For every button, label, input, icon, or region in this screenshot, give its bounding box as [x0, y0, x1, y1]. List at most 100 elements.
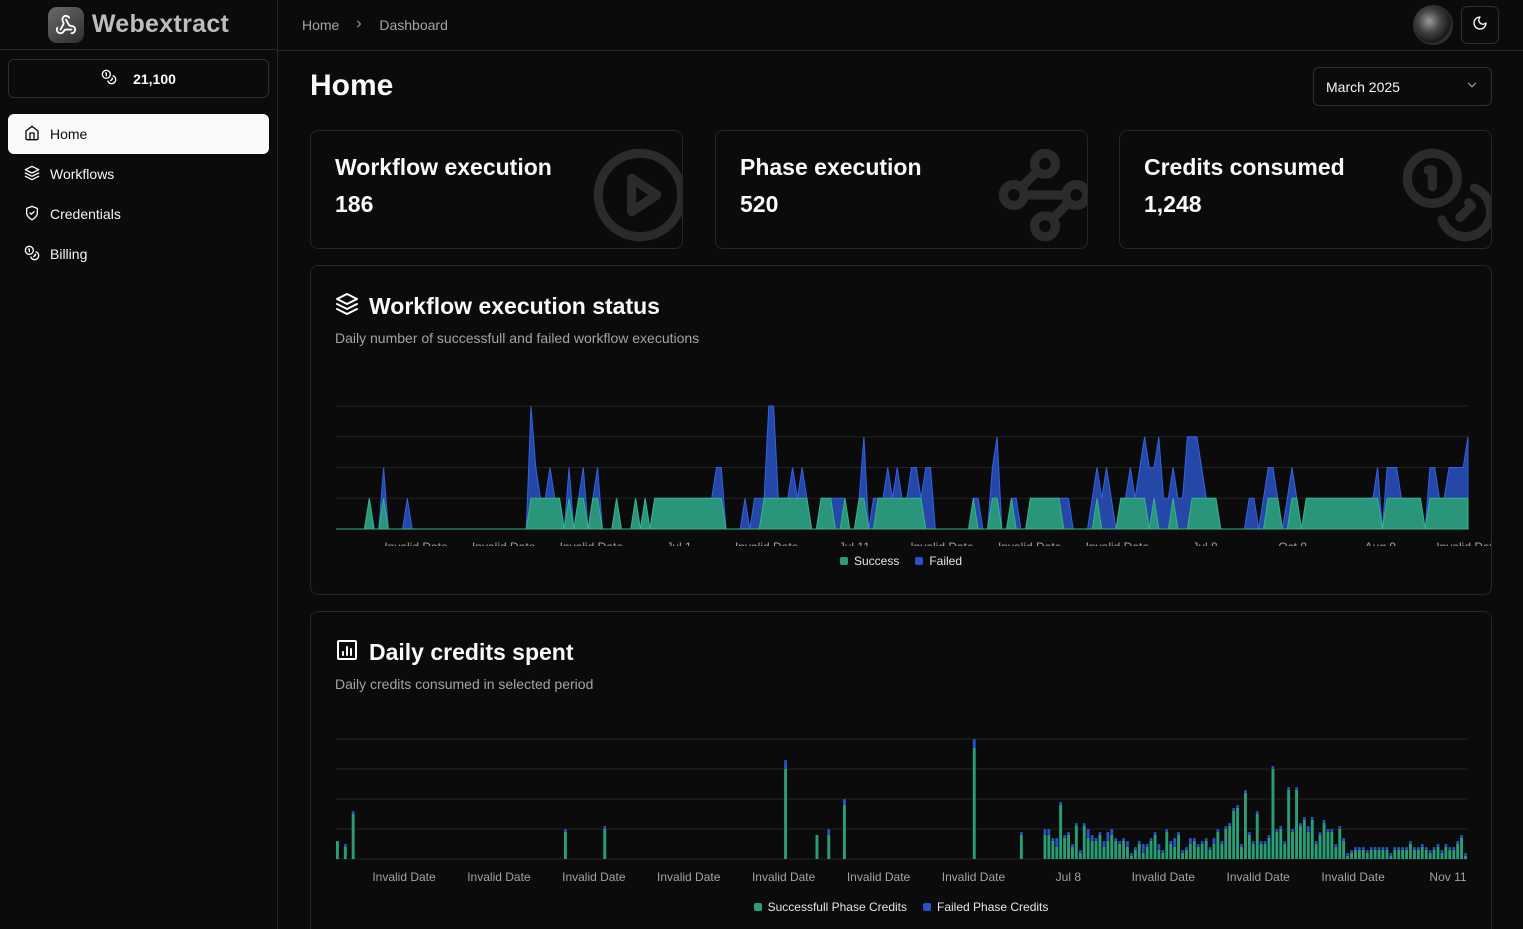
- legend-item-success[interactable]: Success: [839, 554, 899, 568]
- sidebar-item-billing[interactable]: Billing: [8, 234, 269, 274]
- legend-item-failed[interactable]: Failed: [915, 554, 962, 568]
- failed-credit-bar: [1416, 847, 1420, 850]
- success-credit-bar: [1267, 838, 1271, 859]
- x-tick-label: Invalid Date: [1436, 540, 1491, 546]
- coins-icon: [1399, 145, 1491, 248]
- success-credit-bar: [1338, 829, 1342, 859]
- breadcrumb-dashboard[interactable]: Dashboard: [379, 17, 448, 33]
- success-credit-bar: [1165, 832, 1169, 859]
- failed-credit-bar: [1094, 838, 1098, 841]
- failed-credit-bar: [1291, 829, 1294, 832]
- x-tick-label: Invalid Date: [560, 540, 624, 546]
- failed-credit-bar: [1405, 847, 1408, 850]
- breadcrumb-home[interactable]: Home: [302, 17, 339, 33]
- x-tick-label: Invalid Date: [1132, 870, 1196, 884]
- theme-toggle-button[interactable]: [1461, 6, 1499, 44]
- x-tick-label: Invalid Date: [942, 870, 1006, 884]
- brand[interactable]: Webextract: [0, 0, 277, 50]
- success-credit-bar: [1161, 853, 1165, 859]
- success-credit-bar: [1251, 844, 1255, 859]
- failed-credit-bar: [1310, 817, 1314, 820]
- failed-credit-bar: [1330, 829, 1334, 832]
- failed-credit-bar: [1051, 838, 1055, 841]
- panel-header: Daily credits spent: [335, 638, 574, 667]
- success-credit-bar: [1141, 853, 1145, 859]
- credits-balance[interactable]: 21,100: [8, 59, 269, 98]
- success-credit-bar: [1255, 814, 1259, 859]
- success-credit-bar: [343, 847, 347, 859]
- success-credit-bar: [1220, 844, 1224, 859]
- credits-amount: 21,100: [133, 70, 176, 87]
- x-tick-label: Jul 11: [839, 540, 870, 546]
- success-credit-bar: [1436, 847, 1440, 859]
- failed-credit-bar: [1126, 841, 1129, 847]
- success-credit-bar: [1432, 850, 1436, 859]
- failed-credit-bar: [1287, 787, 1291, 790]
- success-credit-bar: [843, 805, 846, 859]
- success-credit-bar: [1357, 850, 1361, 859]
- success-credit-bar: [1326, 832, 1330, 859]
- failed-credit-bar: [1173, 838, 1177, 847]
- success-credit-bar: [1228, 826, 1232, 859]
- success-credit-bar: [1271, 769, 1275, 859]
- sidebar-item-label: Workflows: [50, 166, 115, 182]
- failed-credit-bar: [1346, 853, 1350, 856]
- failed-credit-bar: [1240, 844, 1243, 847]
- success-credit-bar: [1440, 853, 1444, 859]
- success-credit-bar: [1137, 844, 1141, 859]
- period-select-value: March 2025: [1326, 78, 1400, 95]
- sidebar-item-credentials[interactable]: Credentials: [8, 194, 269, 234]
- success-credit-bar: [1295, 790, 1298, 859]
- failed-credit-bar: [1145, 844, 1149, 847]
- failed-credit-bar: [1271, 766, 1275, 769]
- legend-item-failed-credits[interactable]: Failed Phase Credits: [923, 900, 1048, 914]
- success-credit-bar: [1448, 850, 1452, 859]
- sidebar-item-home[interactable]: Home: [8, 114, 269, 154]
- period-select[interactable]: March 2025: [1313, 67, 1492, 106]
- success-credit-bar: [1302, 820, 1306, 859]
- x-tick-label: Invalid Date: [384, 540, 448, 546]
- failed-credit-bar: [1393, 847, 1397, 850]
- moon-icon: [1472, 15, 1488, 36]
- failed-credit-bar: [1165, 829, 1169, 832]
- panel-title: Workflow execution status: [369, 293, 660, 319]
- success-credit-bar: [1401, 850, 1405, 859]
- success-credit-bar: [1126, 847, 1129, 859]
- success-credit-bar: [1019, 835, 1023, 859]
- failed-credit-bar: [1263, 841, 1267, 844]
- success-credit-bar: [1094, 841, 1098, 859]
- success-credit-bar: [1236, 808, 1239, 859]
- failed-credit-bar: [1169, 841, 1173, 844]
- layers-icon: [335, 292, 359, 321]
- panel-title: Daily credits spent: [369, 639, 574, 665]
- failed-credit-bar: [1071, 844, 1074, 847]
- success-credit-bar: [351, 814, 355, 859]
- failed-credit-bar: [1452, 847, 1456, 850]
- failed-credit-bar: [1098, 832, 1102, 835]
- avatar[interactable]: [1413, 5, 1453, 45]
- failed-credit-bar: [1420, 844, 1424, 847]
- stat-card-phase-execution: Phase execution 520: [715, 130, 1088, 249]
- success-credit-bar: [1177, 835, 1180, 859]
- failed-credit-bar: [1130, 853, 1133, 856]
- success-credit-bar: [1259, 844, 1263, 859]
- execution-status-panel: Workflow execution status Daily number o…: [310, 265, 1492, 595]
- x-tick-label: Invalid Date: [467, 870, 531, 884]
- failed-credit-bar: [1460, 835, 1463, 838]
- x-tick-label: Invalid Date: [372, 870, 436, 884]
- legend-label: Failed Phase Credits: [937, 900, 1049, 914]
- failed-credit-bar: [1350, 850, 1353, 853]
- success-credit-bar: [1361, 850, 1365, 859]
- sidebar-item-workflows[interactable]: Workflows: [8, 154, 269, 194]
- success-credit-bar: [603, 829, 607, 859]
- success-credit-bar: [1063, 838, 1067, 859]
- success-credit-bar: [1452, 850, 1456, 859]
- stat-title: Credits consumed: [1144, 154, 1345, 180]
- success-credit-bar: [1173, 847, 1177, 859]
- x-tick-label: Oct 8: [1278, 540, 1307, 546]
- failed-credit-bar: [1216, 829, 1220, 832]
- failed-credit-bar: [1055, 838, 1059, 847]
- success-credit-bar: [1385, 850, 1389, 859]
- legend-item-successful-credits[interactable]: Successfull Phase Credits: [753, 900, 907, 914]
- failed-credit-bar: [1224, 826, 1228, 829]
